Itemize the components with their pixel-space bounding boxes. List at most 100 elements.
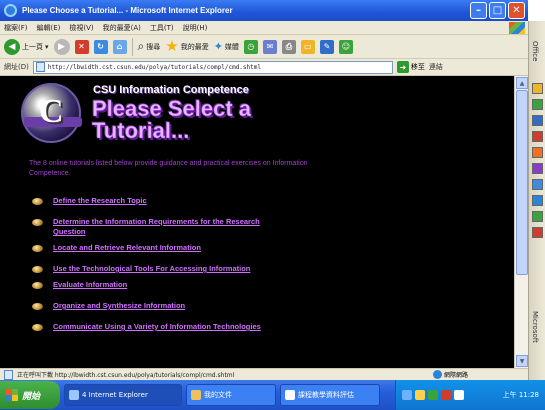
ie-task-icon [69,390,79,400]
list-item: Organize and Synthesize Information [32,301,302,311]
menu-favorites[interactable]: 我的最愛(A) [103,23,141,33]
folder-icon[interactable]: ▭ [300,39,315,54]
list-item: Evaluate Information [32,280,302,290]
tutorial-link-information-requirements[interactable]: Determine the Information Requirements f… [53,217,293,237]
menu-edit[interactable]: 編輯(E) [37,23,61,33]
menu-file[interactable]: 檔案(F) [4,23,28,33]
address-label: 網址(D) [4,63,29,71]
home-icon[interactable]: ⌂ [112,39,127,54]
print-icon[interactable]: ⎙ [281,39,296,54]
status-text: 正在呼叫下載 http://lbwidth.cst.csun.edu/polya… [17,372,235,379]
favorites-button[interactable]: ★ 我的最愛 [165,39,208,54]
access-icon[interactable] [532,163,543,174]
excel-icon[interactable] [532,99,543,110]
outlook-icon[interactable] [532,147,543,158]
scroll-down-icon[interactable]: ▼ [516,355,528,367]
menu-bar: 檔案(F) 編輯(E) 檢視(V) 我的最愛(A) 工具(T) 說明(H) [0,21,528,35]
windows-logo-icon [6,389,18,401]
menu-help[interactable]: 說明(H) [183,23,208,33]
task-my-documents[interactable]: 我的文件 [186,384,276,406]
window-controls: – □ ✕ [470,2,525,19]
input-method-icon[interactable] [454,390,464,400]
taskbar: 開始 4 Internet Explorer 我的文件 課程教學資料評估 上午 … [0,380,545,410]
volume-icon[interactable] [415,390,425,400]
globe-icon [432,370,442,379]
task-label: 我的文件 [204,391,232,399]
clock: 上午 11:28 [502,391,539,399]
back-label: 上一頁 [22,42,43,51]
tutorial-link-technological-tools[interactable]: Use the Technological Tools For Accessin… [53,264,293,274]
bullet-icon [32,245,43,252]
tasks-icon[interactable] [532,227,543,238]
messenger-tray-icon[interactable] [428,390,438,400]
tutorial-link-organize-synthesize[interactable]: Organize and Synthesize Information [53,301,293,311]
favorites-label: 我的最愛 [180,42,209,51]
maximize-button[interactable]: □ [489,2,506,19]
logo-letter-icon: C [39,93,64,130]
contacts-icon[interactable] [532,211,543,222]
start-label: 開始 [22,390,41,401]
forward-arrow-icon: ▶ [53,38,70,55]
site-title: CSU Information Competence [93,84,249,96]
menu-view[interactable]: 檢視(V) [69,23,93,33]
ie-logo-icon [4,4,17,17]
network-icon[interactable] [402,390,412,400]
minimize-button[interactable]: – [470,2,487,19]
forward-button[interactable]: ▶ [53,38,70,55]
bullet-icon [32,266,43,273]
web-page: C CSU Information Competence Please Sele… [0,76,528,368]
bullet-icon [32,282,43,289]
menu-tools[interactable]: 工具(T) [150,23,174,33]
bullet-icon [32,219,43,226]
calendar-icon[interactable] [532,179,543,190]
list-item: Use the Technological Tools For Accessin… [32,264,302,274]
task-course-evaluation[interactable]: 課程教學資料評估 [280,384,380,406]
intro-text: The 8 online tutorials listed below prov… [29,160,308,177]
tutorial-link-locate-retrieve[interactable]: Locate and Retrieve Relevant Information [53,243,293,253]
powerpoint-icon[interactable] [532,131,543,142]
scroll-thumb[interactable] [516,90,528,275]
microsoft-label: Microsoft [531,311,539,343]
office-label: Office [531,41,539,62]
word-icon[interactable] [532,115,543,126]
security-zone: 網際網路 [432,370,468,379]
help-icon[interactable] [532,195,543,206]
search-button[interactable]: ⌕ 搜尋 [138,39,161,54]
address-url: http://lbwidth.cst.csun.edu/polya/tutori… [47,63,261,71]
media-button[interactable]: ✦ 媒體 [214,40,239,53]
vertical-scrollbar[interactable]: ▲ ▼ [514,76,528,368]
mail-icon[interactable]: ✉ [262,39,277,54]
messenger-icon[interactable]: ☺ [338,39,353,54]
zone-label: 網際網路 [443,372,468,379]
scroll-up-icon[interactable]: ▲ [516,77,528,89]
stop-icon[interactable]: ✕ [74,39,89,54]
bullet-icon [32,303,43,310]
back-button[interactable]: ◀ 上一頁 ▾ [4,38,49,55]
toolbar-separator [131,37,133,56]
edit-icon[interactable]: ✎ [319,39,334,54]
tutorial-link-evaluate[interactable]: Evaluate Information [53,280,293,290]
history-icon[interactable]: ◷ [243,39,258,54]
go-button[interactable]: ➜ 移至 [396,61,425,73]
start-button[interactable]: 開始 [0,381,60,409]
media-icon: ✦ [213,40,223,53]
task-label: 課程教學資料評估 [298,391,354,399]
task-internet-explorer[interactable]: 4 Internet Explorer [64,384,182,406]
page-icon [35,62,45,72]
tutorial-link-define-topic[interactable]: Define the Research Topic [53,196,293,206]
folder-icon[interactable] [532,83,543,94]
antivirus-icon[interactable] [441,390,451,400]
list-item: Communicate Using a Variety of Informati… [32,322,302,332]
toolbar: ◀ 上一頁 ▾ ▶ ✕ ↻ ⌂ ⌕ 搜尋 ★ 我的最愛 ✦ 媒體 ◷ ✉ ⎙ ▭… [0,35,528,59]
heading-line-2: Tutorial... [92,118,190,143]
refresh-icon[interactable]: ↻ [93,39,108,54]
links-label[interactable]: 連結 [429,62,443,72]
page-heading: Please Select a Tutorial... [92,97,252,143]
close-button[interactable]: ✕ [508,2,525,19]
bullet-icon [32,324,43,331]
office-shortcut-bar: Office Microsoft [528,21,545,380]
tutorial-link-communicate[interactable]: Communicate Using a Variety of Informati… [53,322,293,332]
search-icon: ⌕ [137,39,145,53]
address-input[interactable]: http://lbwidth.cst.csun.edu/polya/tutori… [32,60,393,74]
list-item: Determine the Information Requirements f… [32,217,302,237]
